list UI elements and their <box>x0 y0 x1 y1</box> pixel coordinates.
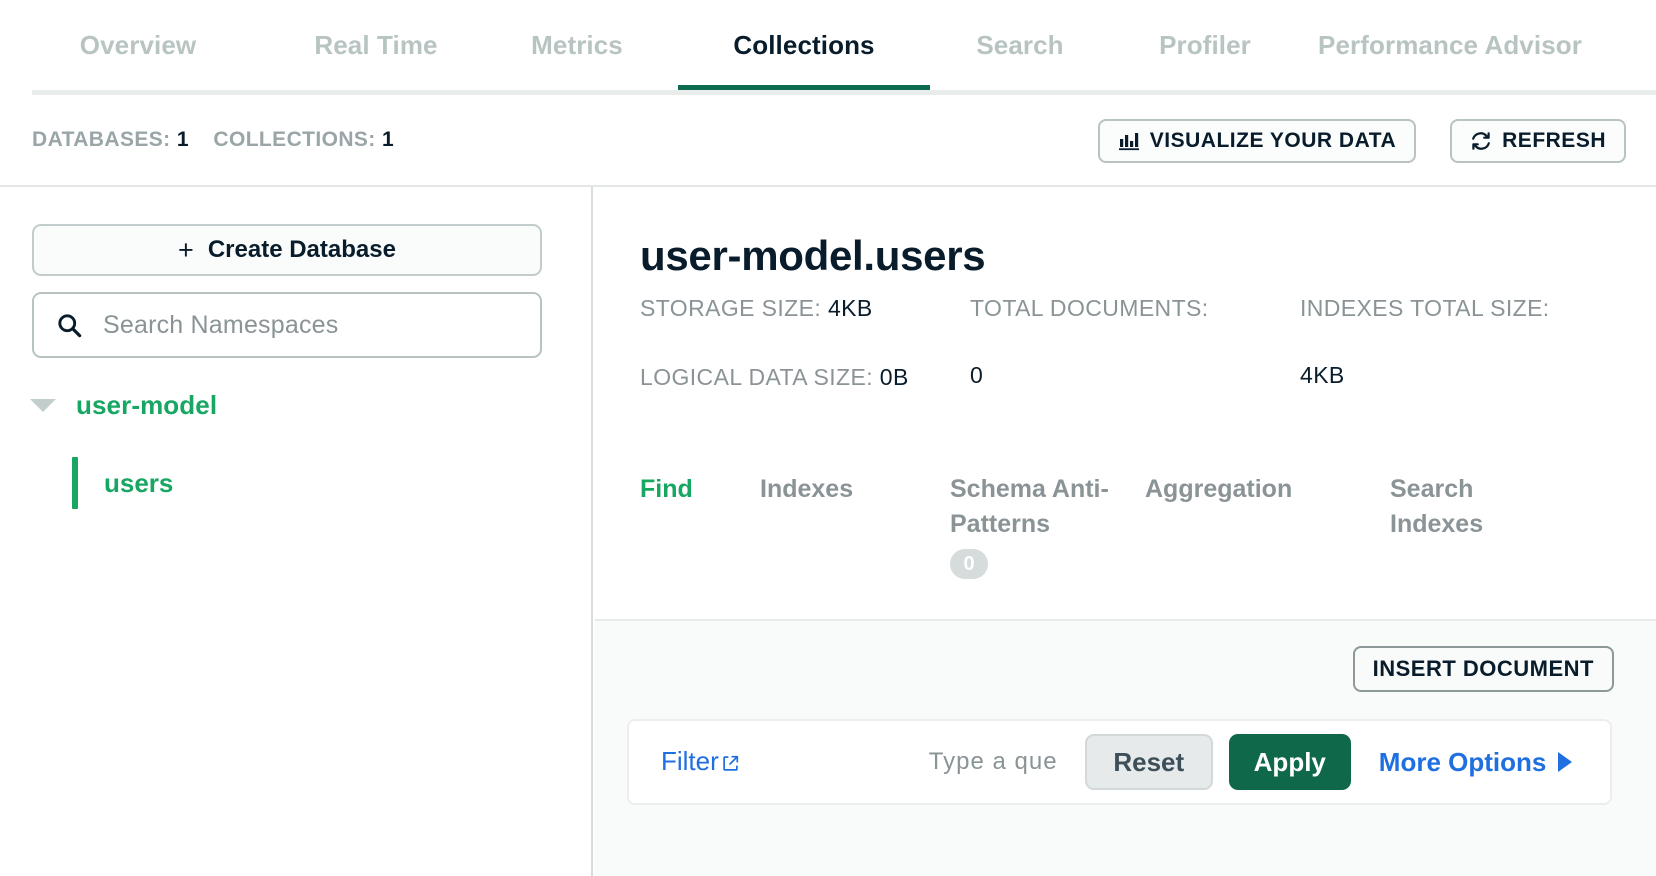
databases-label: DATABASES: <box>32 128 171 151</box>
tab-schema-anti-patterns-label: Schema Anti-Patterns <box>950 475 1109 538</box>
filter-docs-link[interactable]: Filter <box>661 746 739 779</box>
primary-tab-metrics[interactable]: Metrics <box>476 0 678 90</box>
stats-column-documents: TOTAL DOCUMENTS: 0 <box>970 292 1300 431</box>
reset-label: Reset <box>1113 746 1185 777</box>
query-filter-placeholder: Type a que <box>928 748 1058 775</box>
logical-data-size-stat: LOGICAL DATA SIZE: 0B <box>640 361 970 394</box>
primary-tab-label: Profiler <box>1159 29 1251 60</box>
subheader-actions: VISUALIZE YOUR DATA REFRESH <box>1097 119 1626 163</box>
tab-indexes-label: Indexes <box>760 475 854 503</box>
query-filter-bar: Filter Type a que Reset Apply More Optio… <box>627 719 1612 805</box>
tab-search-indexes[interactable]: Search Indexes <box>1390 472 1510 579</box>
tab-find-label: Find <box>640 475 693 503</box>
primary-tab-label: Performance Advisor <box>1318 29 1582 60</box>
primary-tab-bar: Overview Real Time Metrics Collections Searc… <box>0 0 1656 95</box>
refresh-label: REFRESH <box>1502 129 1606 152</box>
indexes-total-size-value: 4KB <box>1300 361 1345 388</box>
selected-collection-indicator <box>72 457 78 509</box>
refresh-button[interactable]: REFRESH <box>1450 119 1626 163</box>
filter-label: Filter <box>661 745 719 776</box>
database-name-label: user-model <box>76 390 218 420</box>
primary-tab-real-time[interactable]: Real Time <box>276 0 476 90</box>
total-documents-label: TOTAL DOCUMENTS: <box>970 295 1209 321</box>
page-title: user-model.users <box>640 232 986 279</box>
create-database-label: Create Database <box>207 236 396 263</box>
collection-main-panel: user-model.users STORAGE SIZE: 4KB LOGIC… <box>595 187 1656 876</box>
namespace-sidebar: + Create Database Search Namespaces user… <box>0 187 593 876</box>
insert-document-label: INSERT DOCUMENT <box>1372 656 1594 681</box>
tab-aggregation-label: Aggregation <box>1145 475 1293 503</box>
stats-column-indexes: INDEXES TOTAL SIZE: 4KB <box>1300 292 1630 431</box>
primary-tabs: Overview Real Time Metrics Collections Searc… <box>0 0 1600 90</box>
apply-label: Apply <box>1253 746 1326 777</box>
visualize-your-data-label: VISUALIZE YOUR DATA <box>1149 129 1397 152</box>
find-panel: INSERT DOCUMENT Filter Type a que Reset <box>595 619 1656 876</box>
tab-find[interactable]: Find <box>640 472 760 579</box>
total-documents-stat: TOTAL DOCUMENTS: 0 <box>970 292 1300 392</box>
total-documents-value: 0 <box>970 361 984 388</box>
primary-tab-profiler[interactable]: Profiler <box>1110 0 1300 90</box>
primary-tab-label: Real Time <box>314 29 438 60</box>
tab-search-indexes-label: Search Indexes <box>1390 475 1484 538</box>
storage-size-value: 4KB <box>827 295 873 321</box>
collection-subtabs: Find Indexes Schema Anti-Patterns 0 Aggr… <box>640 472 1640 579</box>
chevron-right-icon <box>1558 752 1573 772</box>
primary-tab-collections[interactable]: Collections <box>678 0 930 90</box>
bar-chart-icon <box>1118 130 1140 152</box>
primary-tab-label: Collections <box>733 29 875 60</box>
collections-subheader: DATABASES: 1 COLLECTIONS: 1 VISUALIZE YO… <box>0 95 1656 187</box>
search-namespaces-placeholder: Search Namespaces <box>103 310 339 339</box>
more-options-toggle[interactable]: More Options <box>1379 747 1573 778</box>
databases-count: 1 <box>176 128 189 151</box>
create-database-button[interactable]: + Create Database <box>32 224 542 276</box>
schema-anti-patterns-badge: 0 <box>950 549 988 579</box>
tab-schema-anti-patterns[interactable]: Schema Anti-Patterns 0 <box>950 472 1145 579</box>
storage-size-stat: STORAGE SIZE: 4KB <box>640 292 970 325</box>
chevron-down-icon[interactable] <box>30 399 56 412</box>
sidebar-collection-users[interactable]: users <box>72 457 173 509</box>
indexes-total-size-stat: INDEXES TOTAL SIZE: 4KB <box>1300 292 1630 392</box>
primary-tab-label: Overview <box>79 29 197 60</box>
tab-indexes[interactable]: Indexes <box>760 472 950 579</box>
collection-name-label: users <box>104 467 174 498</box>
reset-button[interactable]: Reset <box>1084 734 1213 790</box>
plus-icon: + <box>178 234 194 265</box>
namespace-counts: DATABASES: 1 COLLECTIONS: 1 <box>32 128 394 152</box>
logical-data-size-label: LOGICAL DATA SIZE: <box>640 364 873 391</box>
primary-tab-performance-advisor[interactable]: Performance Advisor <box>1300 0 1600 90</box>
collections-label: COLLECTIONS: <box>213 128 376 151</box>
refresh-icon <box>1470 130 1492 152</box>
stats-column-size: STORAGE SIZE: 4KB LOGICAL DATA SIZE: 0B <box>640 292 970 431</box>
primary-tab-label: Metrics <box>531 29 623 60</box>
more-options-label: More Options <box>1378 746 1547 777</box>
collections-count: 1 <box>381 128 395 151</box>
search-icon <box>56 312 83 339</box>
apply-button[interactable]: Apply <box>1228 734 1351 790</box>
tab-aggregation[interactable]: Aggregation <box>1145 472 1390 579</box>
external-link-icon <box>722 748 739 779</box>
search-namespaces-input[interactable]: Search Namespaces <box>32 292 542 358</box>
storage-size-label: STORAGE SIZE: <box>640 295 822 321</box>
insert-document-button[interactable]: INSERT DOCUMENT <box>1352 646 1614 692</box>
sidebar-database-user-model[interactable]: user-model <box>30 390 217 421</box>
visualize-your-data-button[interactable]: VISUALIZE YOUR DATA <box>1097 119 1417 163</box>
query-filter-input[interactable]: Type a que <box>929 748 1079 776</box>
indexes-total-size-label: INDEXES TOTAL SIZE: <box>1300 295 1550 321</box>
primary-tab-label: Search <box>976 29 1064 60</box>
primary-tab-overview[interactable]: Overview <box>0 0 276 90</box>
collection-stats: STORAGE SIZE: 4KB LOGICAL DATA SIZE: 0B … <box>640 292 1630 431</box>
logical-data-size-value: 0B <box>879 364 909 391</box>
primary-tab-search[interactable]: Search <box>930 0 1110 90</box>
